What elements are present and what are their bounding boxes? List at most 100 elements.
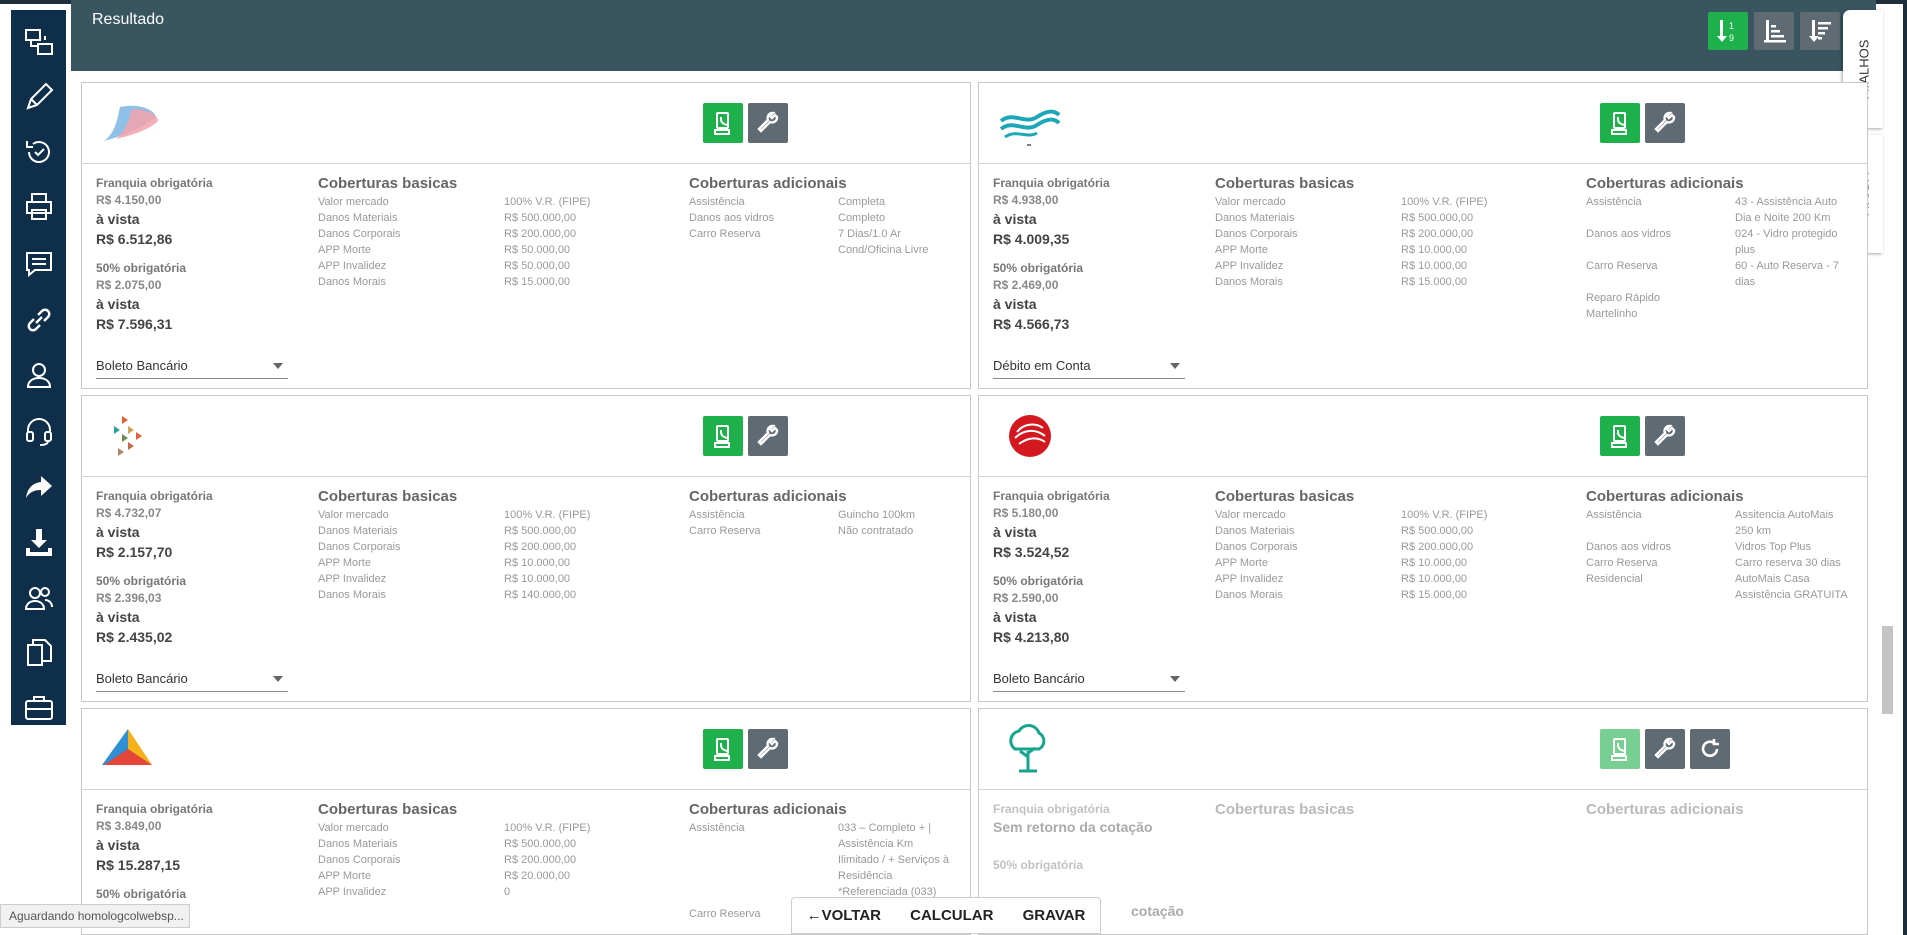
basic-coverages: Coberturas basicas [1215, 801, 1545, 820]
pencil-icon[interactable] [17, 75, 60, 118]
browser-status: Aguardando homologcolwebsp... [0, 904, 190, 928]
calculate-button[interactable]: CALCULAR [910, 907, 993, 924]
coverage-value: R$ 10.000,00 [1401, 260, 1468, 272]
scrollbar-thumb[interactable] [1882, 626, 1893, 714]
coverage-name: Danos aos vidros [689, 212, 774, 224]
wrench-icon [1654, 424, 1676, 446]
coverage-name: APP Morte [1215, 244, 1268, 256]
download-icon[interactable] [17, 520, 60, 563]
no-return-message: Sem retorno da cotação [993, 819, 1153, 835]
avista-price: R$ 4.009,35 [993, 231, 1070, 247]
briefcase-icon[interactable] [17, 686, 60, 729]
payment-select[interactable]: Boleto Bancário [993, 671, 1185, 692]
coverage-name: Danos Morais [318, 276, 386, 288]
no-return-message-partial: cotação [1131, 903, 1184, 919]
hand-card-icon [714, 738, 730, 761]
coverage-value: R$ 10.000,00 [1401, 557, 1468, 569]
coverage-value: R$ 200.000,00 [504, 228, 577, 240]
insurer-logo [104, 105, 158, 141]
coverage-name [689, 868, 838, 884]
coverage-name: APP Invalidez [318, 260, 387, 272]
contract-button[interactable] [703, 729, 743, 769]
users-icon[interactable] [17, 576, 60, 619]
coverage-value: R$ 200.000,00 [504, 541, 577, 553]
sort-ascending-icon [1764, 20, 1786, 43]
sort-ascending-button[interactable] [1754, 12, 1794, 50]
contract-button[interactable] [1600, 416, 1640, 456]
coverage-value: dias [1735, 276, 1756, 288]
coverage-value: 7 Dias/1.0 Ar [838, 228, 901, 240]
printer-icon[interactable] [17, 185, 60, 228]
payment-value: Débito em Conta [993, 358, 1091, 373]
configure-button[interactable] [1645, 416, 1685, 456]
payment-select[interactable]: Boleto Bancário [96, 671, 288, 692]
insurer-logo [102, 729, 152, 765]
avista-label: à vista [96, 296, 140, 312]
contract-button[interactable] [703, 416, 743, 456]
basic-coverages-title: Coberturas basicas [318, 488, 458, 505]
back-label: VOLTAR [821, 907, 881, 924]
coverage-name: Reparo Rápido [1586, 292, 1660, 304]
contract-button[interactable] [703, 103, 743, 143]
configure-button[interactable] [1645, 729, 1685, 769]
configure-button[interactable] [748, 729, 788, 769]
additional-coverages-title: Coberturas adicionais [1586, 175, 1744, 192]
configure-button[interactable] [1645, 103, 1685, 143]
history-check-icon[interactable] [17, 130, 60, 173]
coverage-value: Cond/Oficina Livre [838, 244, 929, 256]
additional-coverages: Coberturas adicionais Assistência Guincho… [689, 488, 959, 539]
sort-descending-button[interactable] [1800, 12, 1840, 50]
franquia-value: R$ 4.150,00 [96, 193, 162, 207]
avista-price: R$ 2.157,70 [96, 544, 173, 560]
contract-button[interactable] [1600, 729, 1640, 769]
coverage-name: Carro Reserva [1586, 260, 1658, 272]
additional-coverages-title: Coberturas adicionais [689, 801, 847, 818]
coverage-value: R$ 15.000,00 [1401, 589, 1468, 601]
coverage-name: Valor mercado [1215, 509, 1286, 521]
payment-select[interactable]: Boleto Bancário [96, 358, 288, 379]
save-button[interactable]: GRAVAR [1023, 907, 1086, 924]
refresh-button[interactable] [1690, 729, 1730, 769]
avista-price: R$ 6.512,86 [96, 231, 173, 247]
hand-card-icon [714, 112, 730, 135]
coverage-name: Danos Materiais [318, 838, 398, 850]
coverage-name [1586, 210, 1735, 226]
coverage-value: Assistência Km [838, 838, 914, 850]
back-button[interactable]: ←VOLTAR [807, 907, 881, 924]
coverage-value: 100% V.R. (FIPE) [504, 196, 591, 208]
coverage-value: 100% V.R. (FIPE) [504, 822, 591, 834]
coverage-name: Assistência [1586, 509, 1642, 521]
hand-card-icon [1611, 738, 1627, 761]
payment-select[interactable]: Débito em Conta [993, 358, 1185, 379]
coverage-name: APP Invalidez [1215, 260, 1284, 272]
payment-value: Boleto Bancário [993, 671, 1085, 686]
documents-icon[interactable] [17, 631, 60, 674]
coverage-name: Carro Reserva [1586, 557, 1658, 569]
configure-button[interactable] [748, 416, 788, 456]
quote-card: Franquia obrigatória R$ 4.938,00 à vista… [978, 82, 1868, 389]
avista-label: à vista [96, 837, 140, 853]
coverage-value: R$ 15.000,00 [504, 276, 571, 288]
contract-button[interactable] [1600, 103, 1640, 143]
coverage-value: R$ 200.000,00 [504, 854, 577, 866]
avista-price: R$ 7.596,31 [96, 316, 173, 332]
user-icon[interactable] [17, 353, 60, 396]
payment-value: Boleto Bancário [96, 671, 188, 686]
insurer-logo [1009, 415, 1051, 457]
share-arrow-icon[interactable] [17, 465, 60, 508]
sort-numeric-button[interactable]: 19 [1708, 12, 1748, 50]
additional-coverages-title: Coberturas adicionais [689, 175, 847, 192]
franquia50-label: 50% obrigatória [993, 574, 1084, 588]
link-icon[interactable] [17, 298, 60, 341]
franquia-value: R$ 5.180,00 [993, 506, 1059, 520]
configure-button[interactable] [748, 103, 788, 143]
additional-coverages: Coberturas adicionais Assistência 43 - As… [1586, 175, 1861, 322]
additional-coverages-title: Coberturas adicionais [689, 488, 847, 505]
chat-icon[interactable] [17, 242, 60, 285]
results-header: Resultado 19 [71, 0, 1876, 71]
franquia-label: Franquia obrigatória [993, 802, 1110, 816]
action-bar: ←VOLTAR CALCULAR GRAVAR [791, 897, 1101, 934]
monitor-network-icon[interactable] [17, 21, 60, 64]
headset-icon[interactable] [17, 409, 60, 452]
coverage-name: Residencial [1586, 573, 1643, 585]
